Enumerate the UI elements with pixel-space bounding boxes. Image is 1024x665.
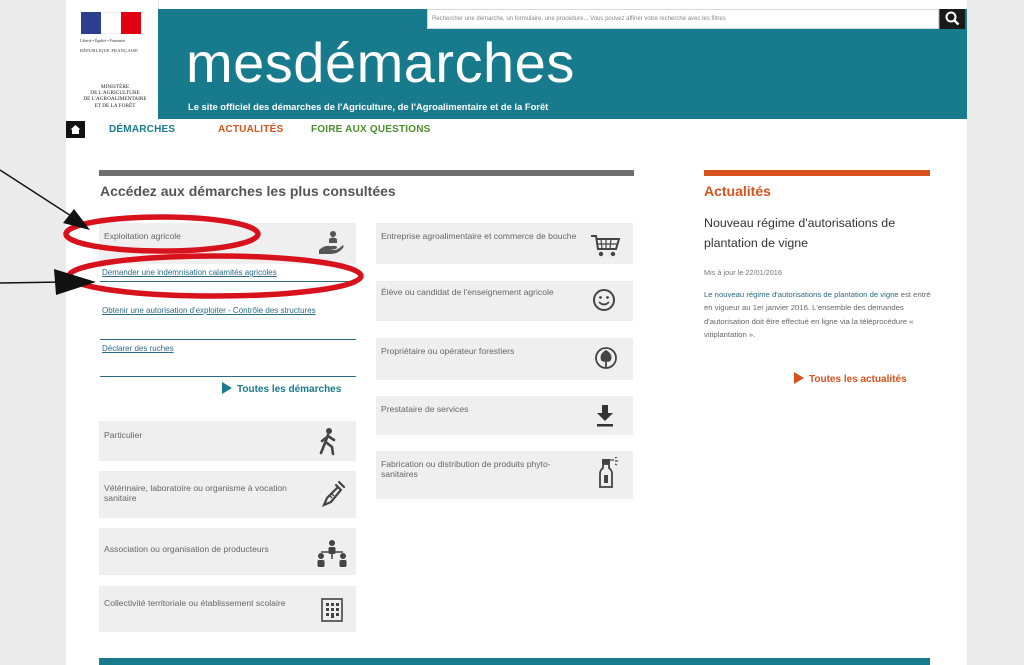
site-subtitle: Le site officiel des démarches de l'Agri… <box>188 101 549 112</box>
download-icon <box>597 405 613 427</box>
logo-republic: RÉPUBLIQUE FRANÇAISE <box>80 48 139 53</box>
syringe-icon <box>321 480 346 508</box>
sublink-ruches[interactable]: Déclarer des ruches <box>102 344 174 353</box>
category-fabrication[interactable]: Fabrication ou distribution de produits … <box>376 451 633 499</box>
walking-person-icon <box>319 428 336 456</box>
shopping-cart-icon <box>591 235 621 257</box>
category-entreprise[interactable]: Entreprise agroalimentaire et commerce d… <box>376 223 633 264</box>
category-particulier[interactable]: Particulier <box>99 421 356 461</box>
news-divider <box>704 170 930 176</box>
annotation-arrowhead <box>63 209 90 230</box>
category-collectivite[interactable]: Collectivité territoriale ou établisseme… <box>99 586 356 632</box>
sublink-indemnisation[interactable]: Demander une indemnisation calamités agr… <box>102 268 277 277</box>
news-section-title: Actualités <box>704 183 771 199</box>
sublink-divider <box>100 339 356 340</box>
footer-bar <box>99 658 930 665</box>
category-eleve[interactable]: Élève ou candidat de l'enseignement agri… <box>376 281 633 321</box>
nav-faq[interactable]: FOIRE AUX QUESTIONS <box>311 124 431 135</box>
home-icon <box>70 125 81 134</box>
site-title[interactable]: mesdémarches <box>186 33 575 93</box>
nav-actualites[interactable]: ACTUALITÉS <box>218 124 283 135</box>
section-divider <box>99 170 634 176</box>
right-margin <box>967 0 1024 665</box>
left-margin <box>0 0 66 665</box>
category-label: Fabrication ou distribution de produits … <box>381 459 551 479</box>
category-exploitation[interactable]: Exploitation agricole <box>99 223 356 264</box>
tree-icon <box>595 347 617 369</box>
category-label: Propriétaire ou opérateur forestiers <box>381 346 515 356</box>
marianne-flag-icon <box>81 12 141 34</box>
spray-bottle-icon <box>599 457 618 488</box>
all-demarches-link[interactable]: Toutes les démarches <box>222 382 341 395</box>
news-body: Le nouveau régime d'autorisations de pla… <box>704 288 932 341</box>
news-date: Mis à jour le 22/01/2016 <box>704 268 782 277</box>
news-body-link[interactable]: Le nouveau régime d'autorisations de pla… <box>704 290 899 299</box>
news-headline[interactable]: Nouveau régime d'autorisations de planta… <box>704 213 934 253</box>
smiley-icon <box>593 289 615 311</box>
home-button[interactable] <box>66 121 85 138</box>
category-label: Particulier <box>104 430 143 440</box>
category-proprietaire[interactable]: Propriétaire ou opérateur forestiers <box>376 338 633 380</box>
sublink-autorisation[interactable]: Obtenir une autorisation d'exploiter - C… <box>102 306 316 315</box>
section-title: Accédez aux démarches les plus consultée… <box>100 183 396 199</box>
category-label: Association ou organisation de producteu… <box>104 544 269 554</box>
category-label: Collectivité territoriale ou établisseme… <box>104 598 286 608</box>
category-veterinaire[interactable]: Vétérinaire, laboratoire ou organisme à … <box>99 471 356 518</box>
search-input[interactable]: Rechercher une démarche, un formulaire, … <box>427 9 939 29</box>
logo-ministry-name: MINISTÈRE DE L'AGRICULTURE DE L'AGROALIM… <box>83 84 147 109</box>
search-icon <box>945 11 960 26</box>
sublink-divider <box>100 376 356 377</box>
all-news-link[interactable]: Toutes les actualités <box>794 372 907 385</box>
category-label: Prestataire de services <box>381 404 469 414</box>
category-prestataire[interactable]: Prestataire de services <box>376 396 633 435</box>
farmer-hand-icon <box>319 231 344 254</box>
ministry-logo[interactable]: Liberté • Égalité • Fraternité RÉPUBLIQU… <box>72 0 159 120</box>
category-label: Exploitation agricole <box>104 231 181 241</box>
nav-demarches[interactable]: DÉMARCHES <box>109 124 175 135</box>
category-label: Élève ou candidat de l'enseignement agri… <box>381 287 554 297</box>
category-label: Entreprise agroalimentaire et commerce d… <box>381 231 577 241</box>
category-label: Vétérinaire, laboratoire ou organisme à … <box>104 483 287 503</box>
arrow-right-icon <box>794 372 804 384</box>
category-association[interactable]: Association ou organisation de producteu… <box>99 528 356 575</box>
sublink-divider <box>100 281 356 282</box>
group-icon <box>317 540 347 567</box>
arrow-right-icon <box>222 382 232 394</box>
building-icon <box>321 598 343 622</box>
search-button[interactable] <box>940 9 965 29</box>
logo-motto: Liberté • Égalité • Fraternité <box>80 38 126 43</box>
